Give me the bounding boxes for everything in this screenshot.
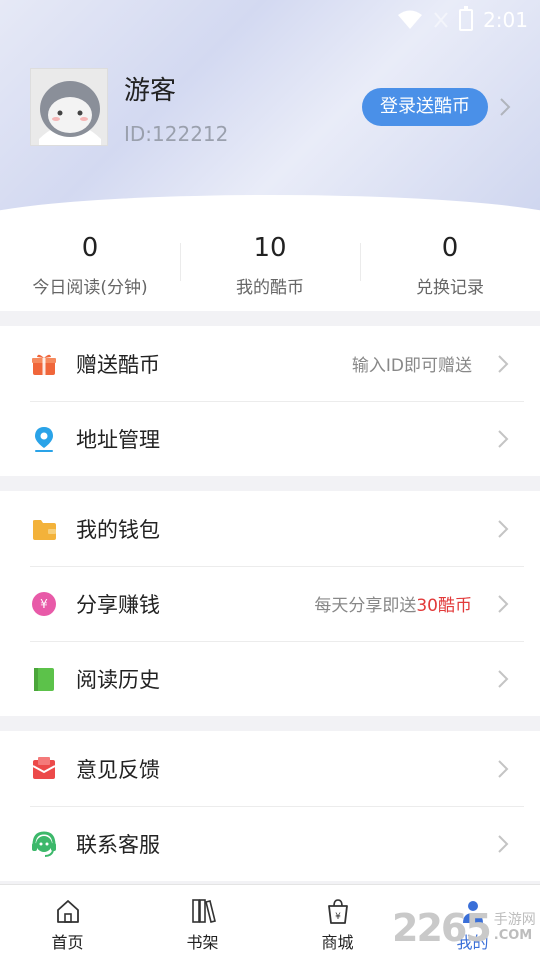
chevron-right-icon [498, 519, 509, 538]
status-bar: 2:01 [397, 6, 528, 34]
stat-redeem-records[interactable]: 0 兑换记录 [360, 213, 540, 311]
menu-label: 联系客服 [76, 832, 160, 857]
menu-item-wallet[interactable]: 我的钱包 [0, 491, 540, 566]
tab-label: 商城 [321, 933, 354, 952]
stat-value: 0 [81, 233, 99, 263]
shopping-bag-icon: ¥ [327, 899, 348, 924]
stat-reading-today[interactable]: 0 今日阅读(分钟) [0, 213, 180, 311]
wallet-icon [33, 519, 56, 540]
tab-home[interactable]: 首页 [0, 885, 135, 960]
watermark-com: .COM [493, 928, 533, 943]
stat-value: 0 [441, 233, 459, 263]
stat-label: 兑换记录 [416, 278, 484, 298]
home-icon [56, 900, 79, 923]
menu-item-feedback[interactable]: 意见反馈 [0, 731, 540, 806]
hint-highlight: 30酷币 [416, 596, 472, 616]
menu-group-1: 赠送酷币 输入ID即可赠送 地址管理 [0, 326, 540, 476]
share-money-icon: ¥ [32, 591, 56, 616]
battery-icon [459, 6, 474, 31]
chevron-right-icon [498, 759, 509, 778]
chevron-right-icon [498, 669, 509, 688]
chevron-right-icon[interactable] [498, 96, 512, 118]
mail-icon [32, 756, 56, 779]
menu-label: 阅读历史 [76, 667, 160, 692]
avatar[interactable] [30, 68, 108, 146]
menu-label: 赠送酷币 [76, 352, 160, 377]
menu-group-3: 意见反馈 联系客服 [0, 731, 540, 881]
menu-hint: 输入ID即可赠送 [351, 356, 472, 376]
menu-label: 分享赚钱 [76, 592, 160, 617]
menu-label: 我的钱包 [76, 517, 160, 542]
no-sim-icon [434, 12, 448, 28]
menu-label: 意见反馈 [76, 757, 160, 782]
chevron-right-icon [498, 354, 509, 373]
stat-label: 今日阅读(分钟) [32, 278, 148, 298]
menu-item-share[interactable]: ¥ 分享赚钱 每天分享即送30酷币 [0, 566, 540, 641]
watermark-cn: 手游网 [493, 912, 536, 928]
login-button[interactable]: 登录送酷币 [362, 88, 488, 126]
tab-bookshelf[interactable]: 书架 [135, 885, 270, 960]
stats-bar: 0 今日阅读(分钟) 10 我的酷币 0 兑换记录 [0, 213, 540, 311]
chevron-right-icon [498, 594, 509, 613]
stat-my-coins[interactable]: 10 我的酷币 [180, 213, 360, 311]
menu-item-address[interactable]: 地址管理 [0, 401, 540, 476]
headset-icon [32, 830, 56, 857]
avatar-image [31, 69, 107, 145]
gift-icon [32, 354, 56, 375]
watermark-logo: 2265 手游网 .COM [392, 904, 540, 952]
stat-value: 10 [253, 233, 287, 263]
hint-prefix: 每天分享即送 [314, 596, 417, 616]
menu-item-gift-coins[interactable]: 赠送酷币 输入ID即可赠送 [0, 326, 540, 401]
chevron-right-icon [498, 834, 509, 853]
status-time: 2:01 [483, 8, 528, 32]
username: 游客 [124, 76, 177, 106]
menu-label: 地址管理 [76, 427, 160, 452]
bookshelf-icon [191, 899, 216, 923]
svg-text:¥: ¥ [40, 597, 48, 611]
wifi-icon [398, 10, 423, 29]
menu-item-customer-service[interactable]: 联系客服 [0, 806, 540, 881]
menu-group-2: 我的钱包 ¥ 分享赚钱 每天分享即送30酷币 阅读历史 [0, 491, 540, 716]
tab-label: 书架 [186, 933, 219, 952]
watermark-number: 2265 [392, 906, 492, 950]
menu-hint: 每天分享即送30酷币 [314, 591, 472, 616]
stat-label: 我的酷币 [236, 278, 304, 298]
svg-text:¥: ¥ [335, 912, 341, 922]
tab-store[interactable]: ¥ 商城 [270, 885, 405, 960]
menu-item-history[interactable]: 阅读历史 [0, 641, 540, 716]
user-id: ID:122212 [124, 122, 229, 146]
tab-label: 首页 [51, 933, 84, 952]
book-icon [34, 667, 54, 691]
location-pin-icon [35, 426, 53, 452]
chevron-right-icon [498, 429, 509, 448]
